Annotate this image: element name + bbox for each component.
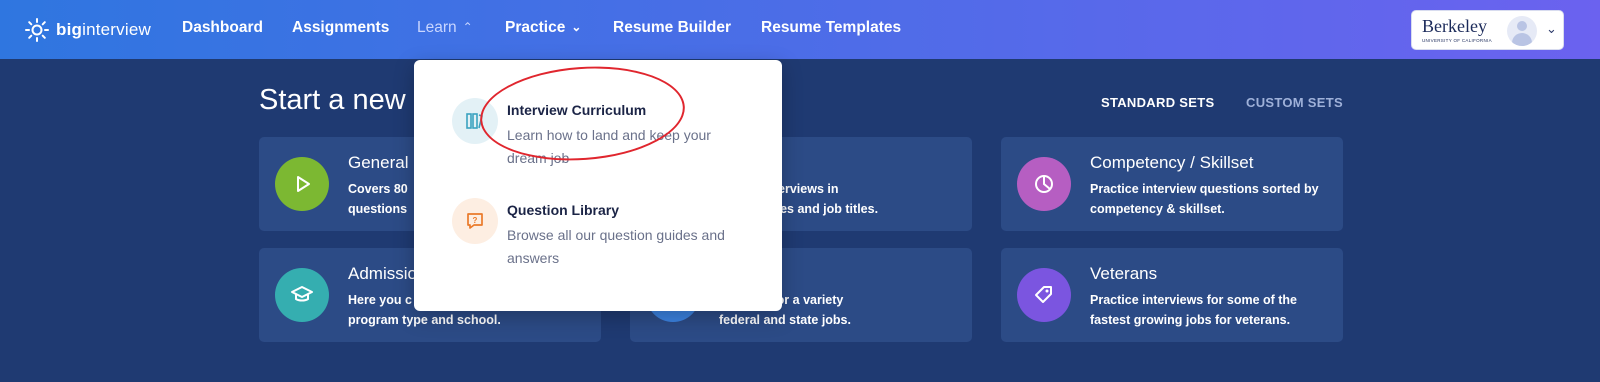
tab-custom-sets[interactable]: CUSTOM SETS bbox=[1246, 95, 1343, 110]
top-nav-bar: biginterview Dashboard Assignments Learn… bbox=[0, 0, 1600, 59]
nav-learn[interactable]: Learn ⌃ bbox=[417, 19, 473, 37]
graduation-cap-icon bbox=[275, 268, 329, 322]
nav-dashboard[interactable]: Dashboard bbox=[182, 19, 263, 37]
card-competency-skillset[interactable]: Competency / Skillset Practice interview… bbox=[1001, 137, 1343, 231]
user-avatar-icon bbox=[1507, 16, 1537, 46]
berkeley-logo-sub: UNIVERSITY OF CALIFORNIA bbox=[1422, 38, 1492, 43]
menu-item-description: Browse all our question guides and answe… bbox=[507, 227, 725, 266]
menu-item-title: Question Library bbox=[507, 202, 620, 218]
tab-standard-sets[interactable]: STANDARD SETS bbox=[1101, 95, 1214, 110]
user-menu-button[interactable]: Berkeley UNIVERSITY OF CALIFORNIA ⌄ bbox=[1411, 10, 1564, 50]
nav-resume-builder[interactable]: Resume Builder bbox=[613, 19, 731, 37]
card-title: Veterans bbox=[1090, 264, 1158, 283]
pie-chart-icon bbox=[1017, 157, 1071, 211]
question-bubble-icon: ? bbox=[452, 198, 498, 244]
card-title: Competency / Skillset bbox=[1090, 153, 1254, 172]
card-description: Practice interviews for some of the fast… bbox=[1090, 293, 1298, 327]
card-title: General bbox=[348, 153, 409, 172]
card-description: Practice interview questions sorted by c… bbox=[1090, 182, 1319, 216]
nav-practice[interactable]: Practice ⌄ bbox=[505, 19, 581, 37]
card-title: Admissio bbox=[348, 264, 417, 283]
chevron-down-icon: ⌄ bbox=[571, 20, 582, 34]
nav-practice-label: Practice bbox=[505, 19, 566, 36]
biginterview-logo[interactable]: biginterview bbox=[24, 16, 151, 44]
card-veterans[interactable]: Veterans Practice interviews for some of… bbox=[1001, 248, 1343, 342]
chevron-up-icon: ⌃ bbox=[462, 20, 473, 34]
menu-item-question-library[interactable]: ? Question Library Browse all our questi… bbox=[452, 198, 772, 268]
logo-text: biginterview bbox=[56, 20, 151, 39]
menu-item-title: Interview Curriculum bbox=[507, 102, 647, 118]
menu-item-interview-curriculum[interactable]: Interview Curriculum Learn how to land a… bbox=[452, 98, 772, 168]
nav-learn-label: Learn bbox=[417, 19, 457, 36]
sun-logo-icon bbox=[25, 18, 49, 42]
play-icon bbox=[275, 157, 329, 211]
nav-assignments[interactable]: Assignments bbox=[292, 19, 389, 37]
nav-resume-templates[interactable]: Resume Templates bbox=[761, 19, 901, 37]
books-icon bbox=[452, 98, 498, 144]
berkeley-logo: Berkeley bbox=[1422, 16, 1487, 36]
tag-icon bbox=[1017, 268, 1071, 322]
svg-text:?: ? bbox=[473, 216, 478, 225]
learn-dropdown-menu: Interview Curriculum Learn how to land a… bbox=[414, 60, 782, 311]
page-title: Start a new bbox=[259, 84, 406, 116]
menu-item-description: Learn how to land and keep your dream jo… bbox=[507, 127, 711, 166]
chevron-down-icon: ⌄ bbox=[1546, 21, 1557, 36]
